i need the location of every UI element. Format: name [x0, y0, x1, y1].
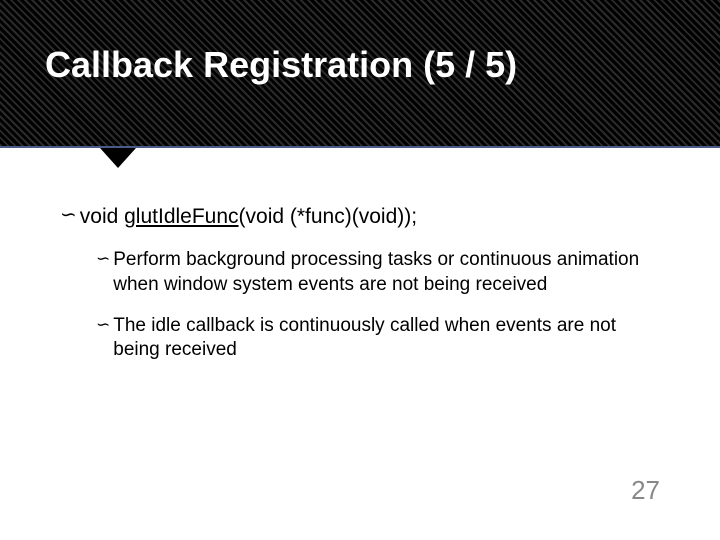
bullet-icon: ∽: [96, 250, 107, 267]
main-signature: (void (*func)(void));: [239, 205, 418, 228]
main-bullet: ∽ void glutIdleFunc(void (*func)(void));: [60, 203, 660, 230]
main-bullet-text: void glutIdleFunc(void (*func)(void));: [80, 203, 417, 230]
slide-header: Callback Registration (5 / 5): [0, 0, 720, 148]
sub-bullet-text: Perform background processing tasks or c…: [113, 248, 660, 297]
main-func-name: glutIdleFunc: [124, 205, 238, 228]
header-notch: [100, 148, 136, 168]
slide-content: ∽ void glutIdleFunc(void (*func)(void));…: [0, 148, 720, 363]
slide-title: Callback Registration (5 / 5): [45, 44, 517, 86]
page-number: 27: [631, 475, 660, 506]
bullet-icon: ∽: [60, 205, 74, 225]
bullet-icon: ∽: [96, 316, 107, 333]
sub-bullet: ∽ The idle callback is continuously call…: [96, 314, 660, 363]
main-prefix: void: [80, 205, 124, 228]
sub-bullet-text: The idle callback is continuously called…: [113, 314, 660, 363]
slide-container: Callback Registration (5 / 5) ∽ void glu…: [0, 0, 720, 540]
sub-bullet: ∽ Perform background processing tasks or…: [96, 248, 660, 297]
